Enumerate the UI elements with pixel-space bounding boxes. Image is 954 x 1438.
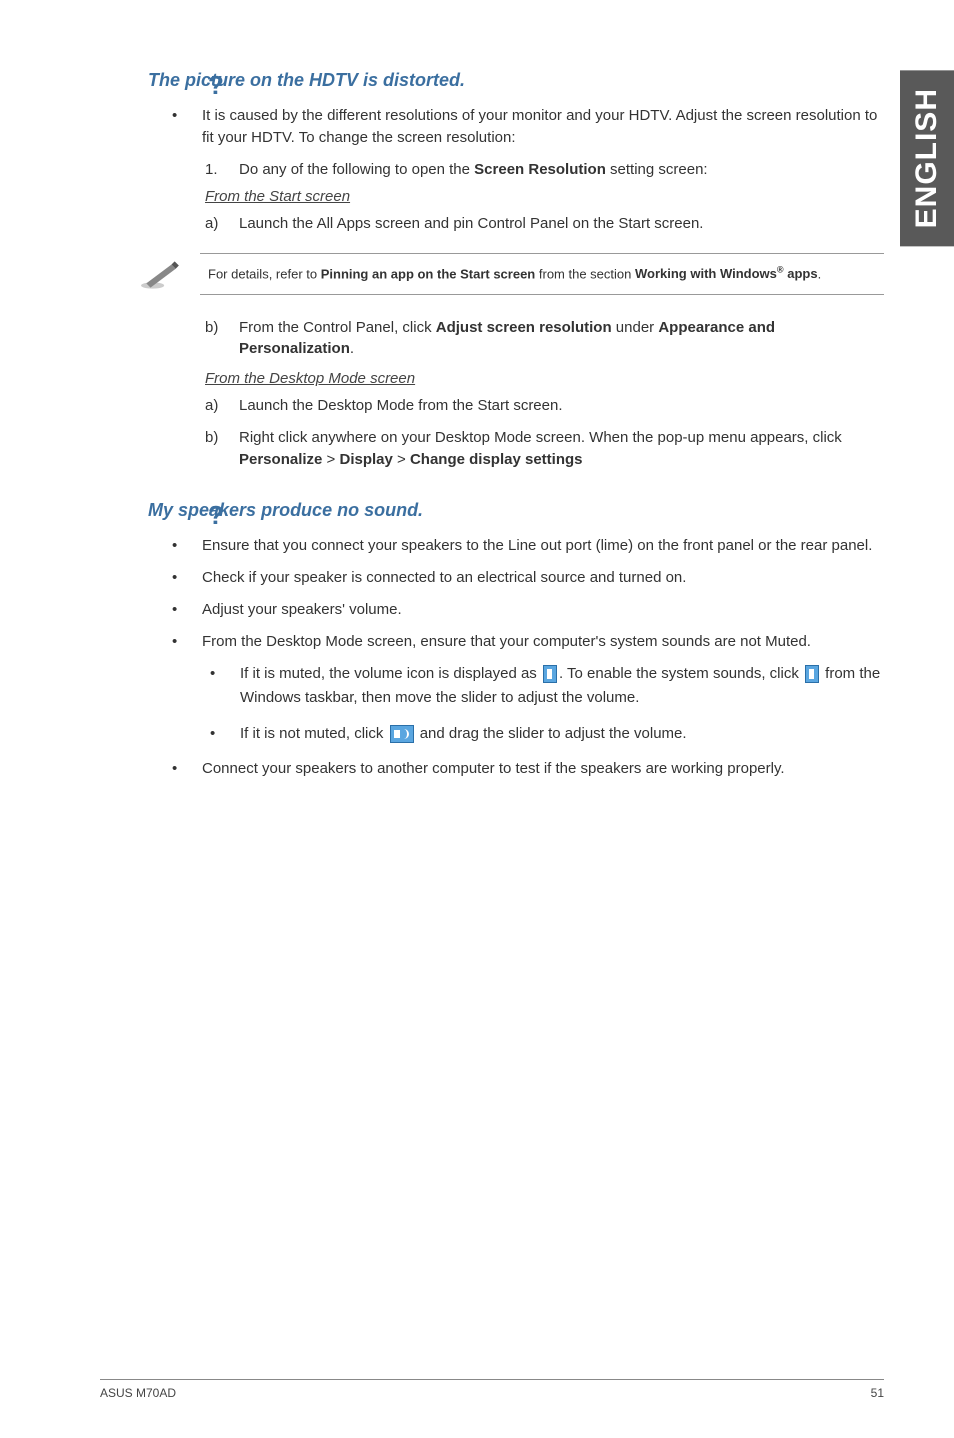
- bullet-dot: •: [172, 631, 202, 653]
- bullet-text: Connect your speakers to another compute…: [202, 758, 884, 780]
- numbered-item: 1. Do any of the following to open the S…: [205, 159, 884, 181]
- bullet-dot: •: [172, 599, 202, 621]
- sub-bullet-text: If it is muted, the volume icon is displ…: [240, 662, 884, 710]
- bullet-item: • It is caused by the different resoluti…: [172, 105, 884, 149]
- bullet-dot: •: [210, 722, 240, 746]
- letter-item: a) Launch the All Apps screen and pin Co…: [205, 213, 884, 235]
- bullet-text: Adjust your speakers' volume.: [202, 599, 884, 621]
- bullet-dot: •: [172, 758, 202, 780]
- letter-label: b): [205, 317, 239, 361]
- bullet-dot: •: [172, 567, 202, 589]
- bullet-text: It is caused by the different resolution…: [202, 105, 884, 149]
- numbered-text: Do any of the following to open the Scre…: [239, 159, 884, 181]
- bullet-item: • From the Desktop Mode screen, ensure t…: [172, 631, 884, 653]
- bullet-dot: •: [172, 535, 202, 557]
- page-footer: ASUS M70AD 51: [100, 1379, 884, 1400]
- letter-label: b): [205, 427, 239, 471]
- sub-bullet-item: • If it is not muted, click and drag the…: [210, 722, 884, 746]
- section-speakers-no-sound: ? My speakers produce no sound. • Ensure…: [100, 500, 884, 780]
- section-title: The picture on the HDTV is distorted.: [148, 70, 884, 91]
- bullet-text: Check if your speaker is connected to an…: [202, 567, 884, 589]
- page-content: ? The picture on the HDTV is distorted. …: [0, 0, 954, 840]
- bullet-item: • Connect your speakers to another compu…: [172, 758, 884, 780]
- note-box: For details, refer to Pinning an app on …: [200, 253, 884, 295]
- footer-left: ASUS M70AD: [100, 1386, 176, 1400]
- bullet-dot: •: [172, 105, 202, 149]
- letter-text: Launch the Desktop Mode from the Start s…: [239, 395, 884, 417]
- letter-item: b) From the Control Panel, click Adjust …: [205, 317, 884, 361]
- section-hdtv-distorted: ? The picture on the HDTV is distorted. …: [100, 70, 884, 470]
- letter-text: Right click anywhere on your Desktop Mod…: [239, 427, 884, 471]
- letter-label: a): [205, 213, 239, 235]
- bullet-item: • Check if your speaker is connected to …: [172, 567, 884, 589]
- bullet-text: From the Desktop Mode screen, ensure tha…: [202, 631, 884, 653]
- subsection-label: From the Desktop Mode screen: [205, 370, 884, 387]
- side-tab-english: ENGLISH: [900, 70, 954, 246]
- letter-item: a) Launch the Desktop Mode from the Star…: [205, 395, 884, 417]
- letter-item: b) Right click anywhere on your Desktop …: [205, 427, 884, 471]
- volume-muted-icon: [543, 665, 557, 683]
- letter-text: From the Control Panel, click Adjust scr…: [239, 317, 884, 361]
- footer-page-number: 51: [871, 1386, 884, 1400]
- sub-bullet-item: • If it is muted, the volume icon is dis…: [210, 662, 884, 710]
- bullet-dot: •: [210, 662, 240, 710]
- bullet-item: • Adjust your speakers' volume.: [172, 599, 884, 621]
- question-mark-icon: ?: [208, 500, 224, 531]
- question-mark-icon: ?: [208, 70, 224, 101]
- bullet-item: • Ensure that you connect your speakers …: [172, 535, 884, 557]
- bullet-text: Ensure that you connect your speakers to…: [202, 535, 884, 557]
- pen-note-icon: [140, 260, 182, 290]
- sub-bullet-text: If it is not muted, click and drag the s…: [240, 722, 884, 746]
- section-title: My speakers produce no sound.: [148, 500, 884, 521]
- volume-icon: [390, 725, 414, 743]
- number-label: 1.: [205, 159, 239, 181]
- volume-muted-icon: [805, 665, 819, 683]
- subsection-label: From the Start screen: [205, 188, 884, 205]
- note-text: For details, refer to Pinning an app on …: [208, 266, 821, 281]
- letter-label: a): [205, 395, 239, 417]
- letter-text: Launch the All Apps screen and pin Contr…: [239, 213, 884, 235]
